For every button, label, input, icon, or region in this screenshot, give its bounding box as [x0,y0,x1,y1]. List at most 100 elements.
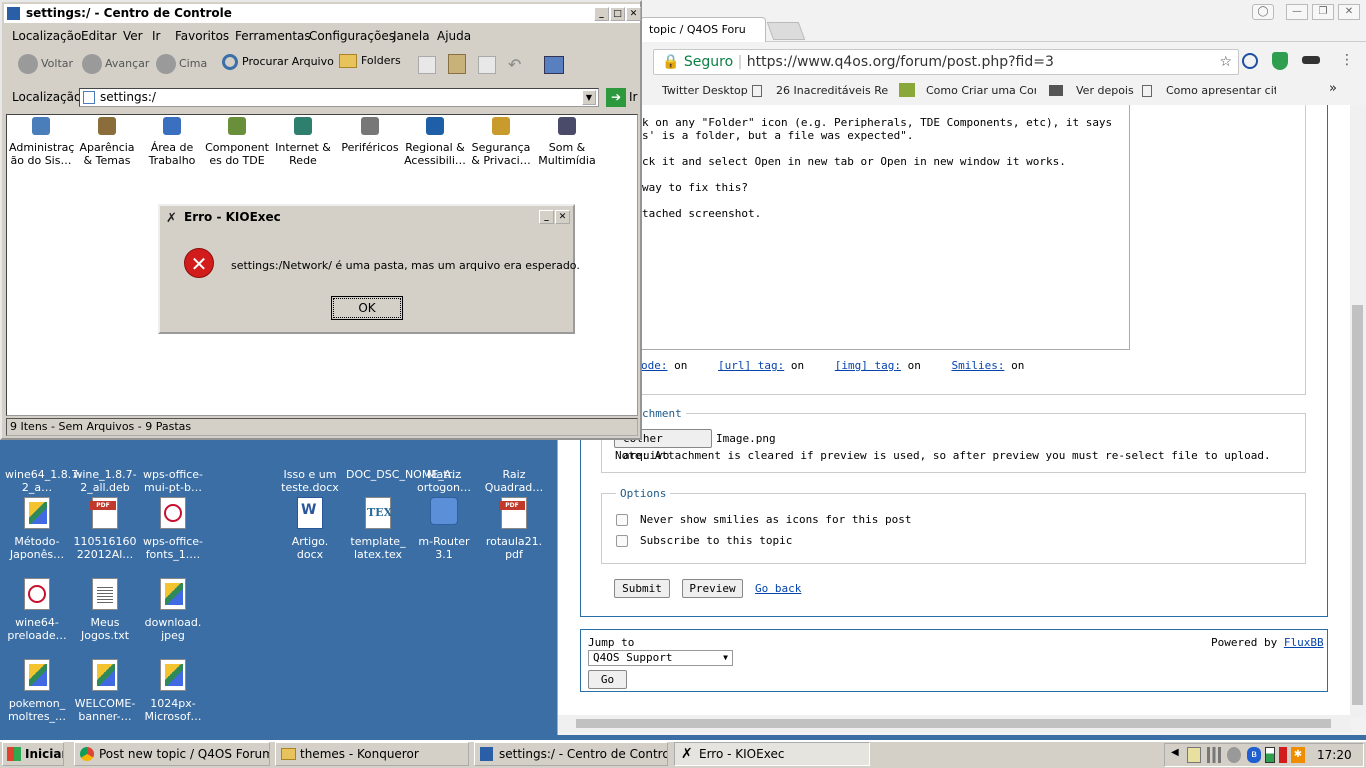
settings-item[interactable]: Som & Multimídia [535,117,599,167]
browser-tab[interactable]: topic / Q4OS Foru [640,17,766,43]
go-button[interactable]: Go [588,670,627,689]
close-button[interactable]: ✕ [555,210,570,224]
view-mode-icon[interactable] [544,56,564,74]
clipboard-icon[interactable] [1187,747,1201,763]
minimize-button[interactable]: — [1286,4,1308,20]
bookmark[interactable]: 26 Inacreditáveis Rem [776,84,888,97]
desktop-icon[interactable]: TEX template_ latex.tex [346,497,410,561]
minimize-button[interactable]: _ [594,7,609,21]
address-bar[interactable]: 🔒 Seguro | https://www.q4os.org/forum/po… [653,49,1239,75]
ok-button[interactable]: OK [331,296,403,320]
update-icon[interactable]: ✱ [1291,747,1305,763]
menu-item[interactable]: Ajuda [437,29,471,43]
settings-item[interactable]: Segurança & Privaci… [469,117,533,167]
image-icon [157,578,189,612]
menu-icon[interactable]: ⋮ [1340,52,1354,68]
message-textarea[interactable]: n I click on any "Folder" icon (e.g. Per… [588,105,1130,350]
never-smilies-checkbox[interactable] [616,514,628,526]
desktop-icon[interactable]: pokemon_ moltres_… [5,659,69,723]
tray-expand-icon[interactable]: ◀ [1171,747,1185,763]
taskbar-item[interactable]: ✗ Erro - KIOExec [674,742,870,766]
scrollbar-thumb[interactable] [1352,305,1363,705]
taskbar-item[interactable]: Post new topic / Q4OS Forum - Goo [74,742,270,766]
subscribe-checkbox[interactable] [616,535,628,547]
menu-item[interactable]: Localização [12,29,81,43]
forum-select[interactable]: Q4OS Support ▼ [588,650,733,666]
maximize-button[interactable]: ❐ [1312,4,1334,20]
indicator-icon[interactable] [1279,747,1287,763]
taskbar-item[interactable]: settings:/ - Centro de Controle [474,742,668,766]
more-bookmarks-icon[interactable]: » [1329,81,1337,96]
taskbar-item[interactable]: themes - Konqueror [275,742,469,766]
up-button[interactable]: Cima [156,54,207,74]
vertical-scrollbar[interactable] [1350,105,1366,717]
copy-icon[interactable] [418,56,436,74]
delete-icon[interactable] [478,56,496,74]
close-button[interactable]: ✕ [1338,4,1360,20]
menu-item[interactable]: Ir [152,29,160,43]
desktop-icon[interactable]: 1024px-Microsof… [141,659,205,723]
desktop-icon[interactable]: PDF 110516160 22012Al… [73,497,137,561]
submit-button[interactable]: Submit [614,579,670,598]
settings-item[interactable]: Internet & Rede [271,117,335,167]
desktop-icon[interactable]: Método-Japonês… [5,497,69,561]
bookmark[interactable]: Twitter Desktop [662,84,748,97]
go-arrow-icon[interactable]: ➔ [606,88,626,107]
menu-item[interactable]: Janela [393,29,430,43]
settings-item[interactable]: Administraç ão do Sis… [9,117,74,167]
error-dialog: ✗ Erro - KIOExec _ ✕ ✕ settings:/Network… [158,204,580,334]
bookmark[interactable]: Ver depois [1076,84,1134,97]
back-button[interactable]: Voltar [18,54,73,74]
horizontal-scrollbar[interactable] [558,715,1351,732]
menu-item[interactable]: Configurações [309,29,395,43]
bluetooth-icon[interactable]: ʙ [1247,747,1261,763]
new-tab-button[interactable] [766,22,806,40]
menu-item[interactable]: Ver [123,29,143,43]
shield-icon[interactable] [1272,52,1288,70]
go-back-link[interactable]: Go back [755,582,801,595]
desktop-icon[interactable]: PDF rotaula21. pdf [482,497,546,561]
bookmark[interactable]: Como Criar uma Compr [926,84,1036,97]
scrollbar-thumb[interactable] [576,719,1331,728]
close-button[interactable]: ✕ [626,7,641,21]
paste-icon[interactable] [448,54,466,74]
block-icon[interactable] [1242,53,1258,69]
menu-item[interactable]: Favoritos [175,29,229,43]
start-button[interactable]: Iniciar [2,742,64,766]
minimize-button[interactable]: _ [539,210,554,224]
folders-button[interactable]: Folders [339,54,401,68]
bookmark[interactable]: Como apresentar citaç [1166,84,1276,97]
desktop-icon[interactable]: W Artigo. docx [278,497,342,561]
settings-item[interactable]: Component es do TDE [205,117,269,167]
desktop-icon[interactable]: WELCOME-banner-… [73,659,137,723]
window-titlebar[interactable]: settings:/ - Centro de Controle _ □ ✕ [4,4,641,23]
settings-item[interactable]: Regional & Acessibili… [403,117,467,167]
menu-item[interactable]: Ferramentas [235,29,311,43]
volume-icon[interactable] [1227,747,1241,763]
go-button-label[interactable]: Ir [629,90,637,104]
undo-icon[interactable]: ↶ [508,56,526,74]
preview-button[interactable]: Preview [682,579,743,598]
settings-item[interactable]: Periféricos [338,117,402,154]
browser-tab-bar: topic / Q4OS Foru ◯ — ❐ ✕ [558,0,1366,43]
location-input[interactable]: settings:/ ▼ [79,88,599,107]
settings-item[interactable]: Área de Trabalho [140,117,204,167]
image-icon [21,497,53,531]
dialog-titlebar[interactable]: ✗ Erro - KIOExec _ ✕ [162,208,571,226]
forward-button[interactable]: Avançar [82,54,149,74]
profile-icon[interactable]: ◯ [1252,4,1274,20]
settings-item[interactable]: Aparência & Temas [75,117,139,167]
incognito-icon[interactable] [1302,56,1320,64]
desktop-icon[interactable]: m-Router 3.1 [412,497,476,561]
maximize-button[interactable]: □ [610,7,625,21]
desktop-icon[interactable]: Meus Jogos.txt [73,578,137,642]
battery-icon[interactable] [1265,747,1275,763]
desktop-icon[interactable]: wps-office-fonts_1.… [141,497,205,561]
menu-item[interactable]: Editar [81,29,117,43]
desktop-icon[interactable]: download. jpeg [141,578,205,642]
star-icon[interactable]: ☆ [1219,50,1232,74]
desktop-icon[interactable]: wine64-preloade… [5,578,69,642]
network-signal-icon[interactable] [1207,747,1221,763]
chevron-down-icon[interactable]: ▼ [582,90,596,105]
find-file-button[interactable]: Procurar Arquivo [222,54,334,70]
